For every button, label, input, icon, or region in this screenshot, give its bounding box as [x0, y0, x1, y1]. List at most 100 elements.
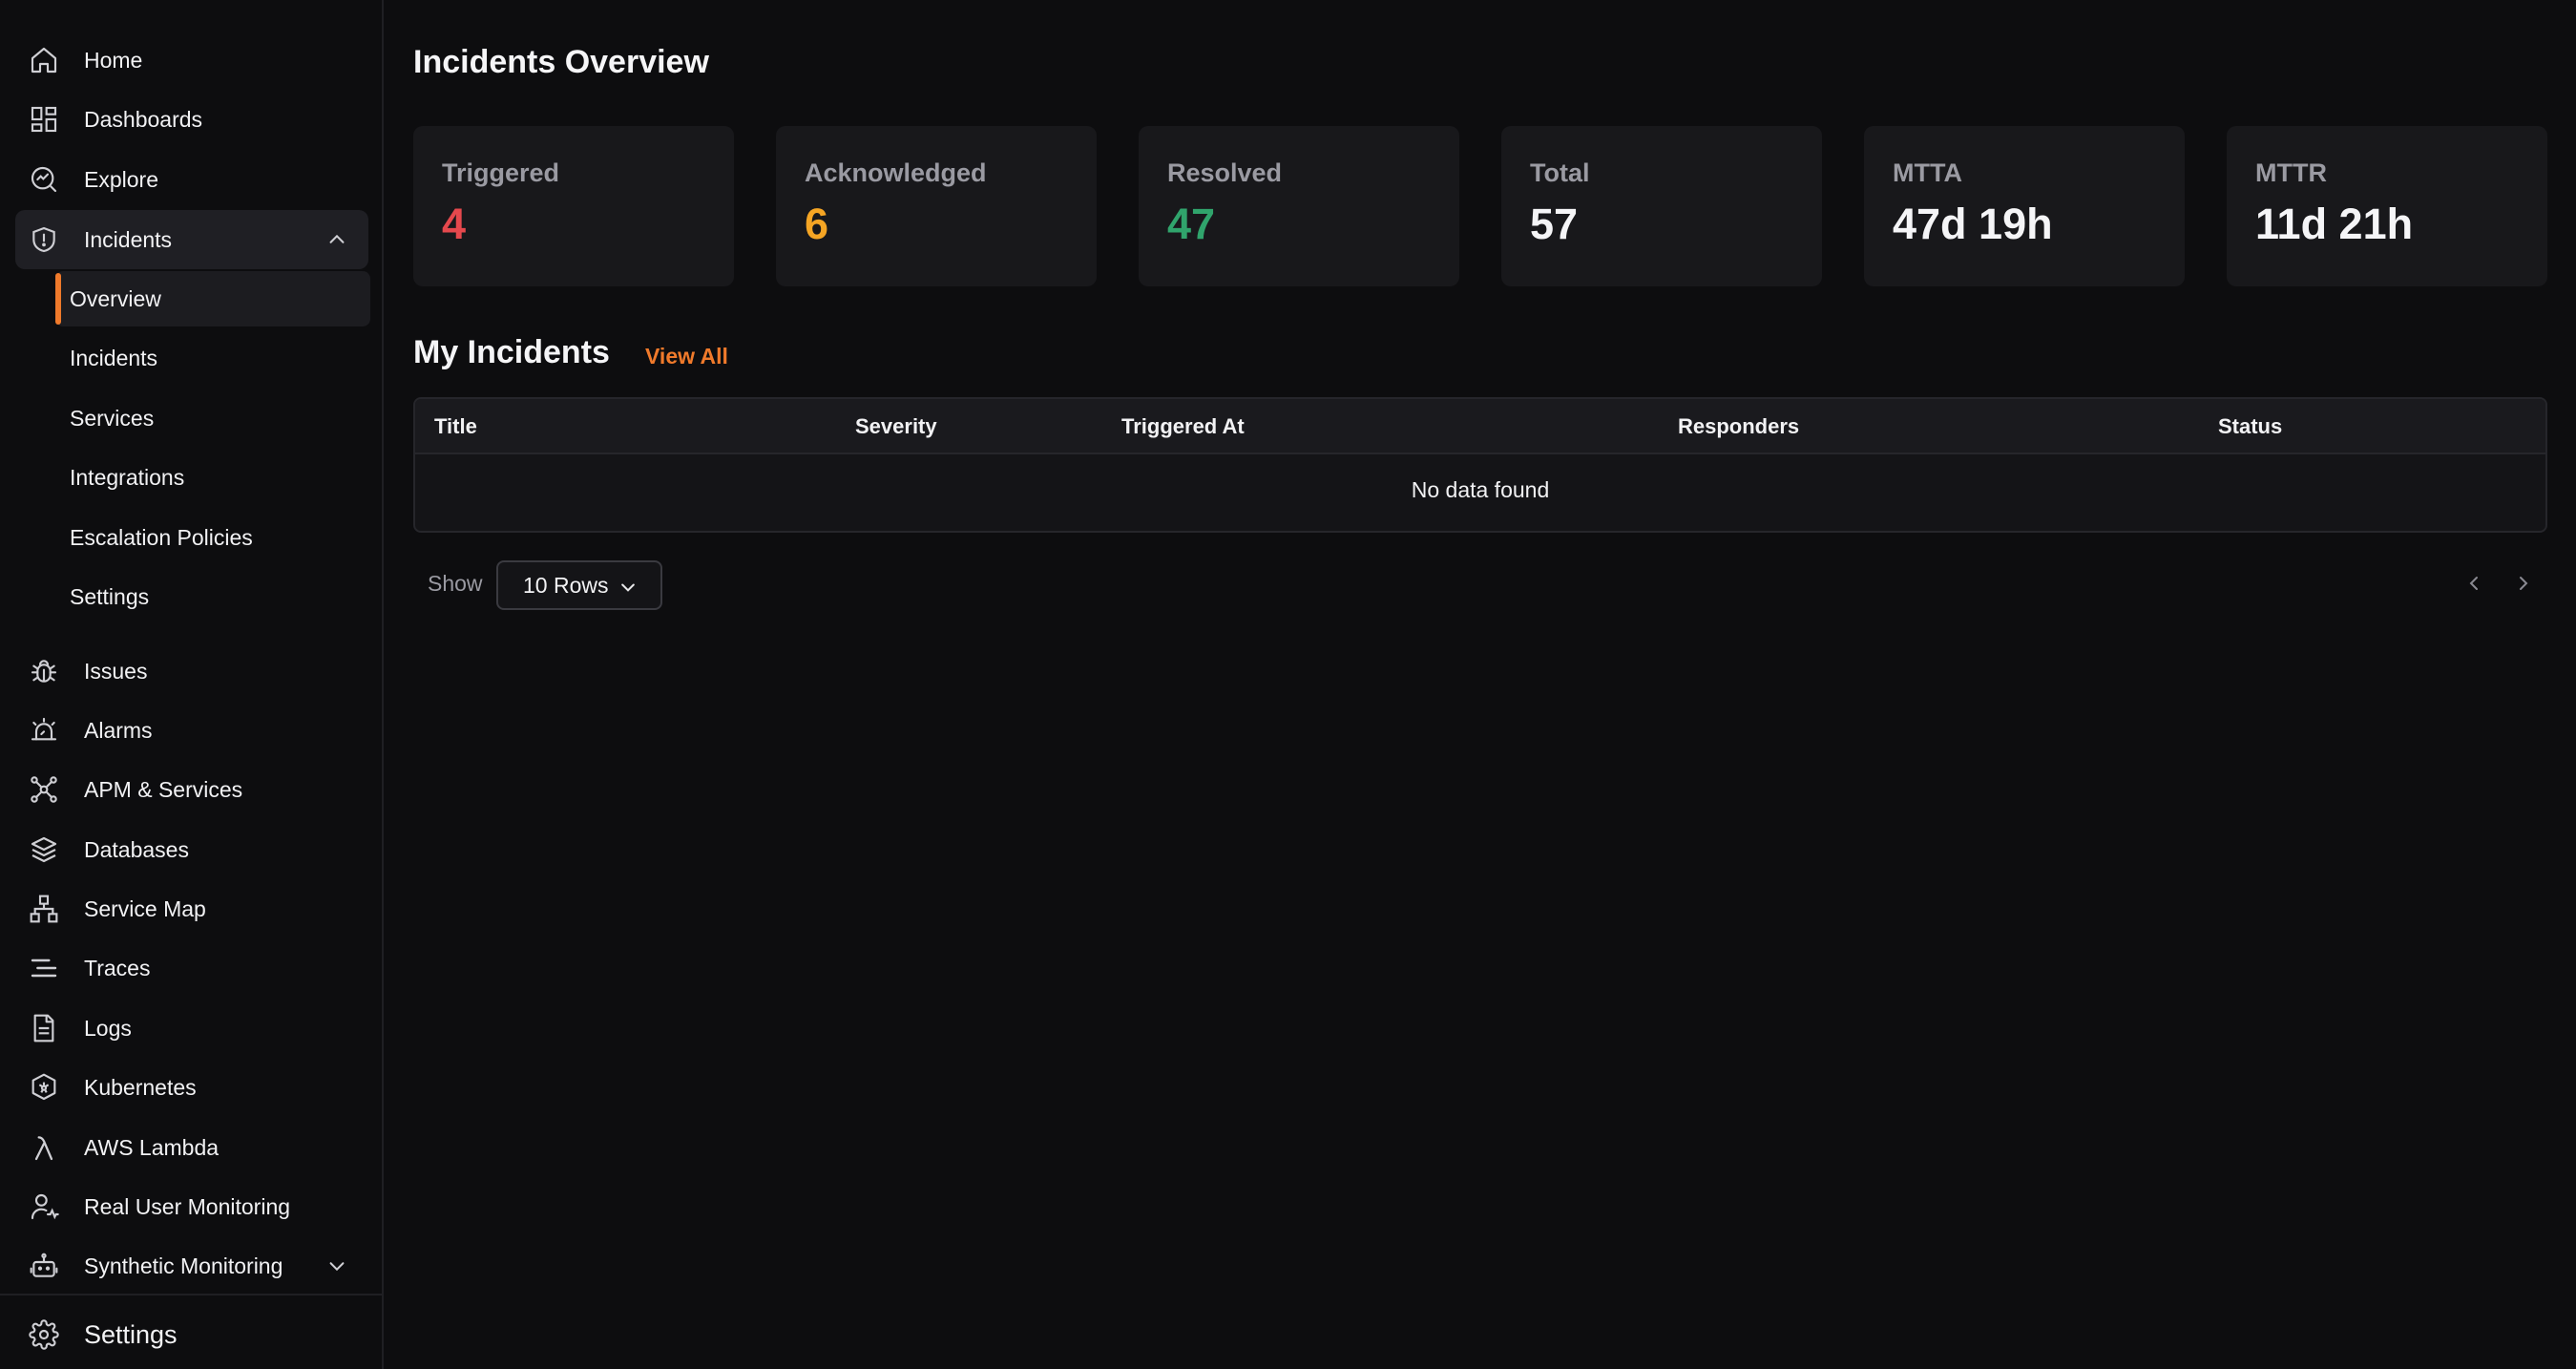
sidebar-item-incidents[interactable]: Incidents [15, 210, 368, 269]
shield-icon [29, 224, 59, 255]
sidebar-item-label: Incidents [84, 226, 173, 252]
sidebar-item-aws-lambda[interactable]: AWS Lambda [15, 1118, 368, 1177]
chevron-down-icon [621, 583, 635, 592]
chevron-right-icon [2520, 577, 2528, 590]
home-icon [29, 45, 59, 75]
sidebar-subitem-services[interactable]: Services [55, 390, 370, 446]
sidebar-subitem-settings[interactable]: Settings [55, 569, 370, 624]
stat-card-total: Total 57 [1501, 126, 1822, 286]
sidebar-item-label: Settings [84, 1319, 178, 1349]
column-header-severity[interactable]: Severity [855, 414, 937, 439]
sidebar-item-kubernetes[interactable]: Kubernetes [15, 1058, 368, 1117]
stat-card-triggered: Triggered 4 [413, 126, 734, 286]
stat-label: Resolved [1167, 158, 1283, 187]
sidebar-item-settings[interactable]: Settings [15, 1305, 368, 1364]
sidebar-item-real-user-monitoring[interactable]: Real User Monitoring [15, 1177, 368, 1236]
sidebar-subitem-label: Overview [70, 285, 161, 311]
sidebar-item-apm-services[interactable]: APM & Services [15, 760, 368, 819]
stat-card-resolved: Resolved 47 [1139, 126, 1459, 286]
database-icon [29, 834, 59, 865]
sidebar-item-label: APM & Services [84, 776, 243, 802]
stat-card-mttr: MTTR 11d 21h [2227, 126, 2547, 286]
stat-label: MTTR [2255, 158, 2327, 187]
sidebar-item-label: Service Map [84, 895, 206, 921]
stat-value: 11d 21h [2255, 200, 2414, 248]
chevron-left-icon [2469, 577, 2478, 590]
active-indicator [55, 273, 61, 325]
column-header-status[interactable]: Status [2218, 414, 2282, 439]
lambda-icon [29, 1132, 59, 1163]
page-title: Incidents Overview [413, 44, 709, 80]
dashboards-icon [29, 104, 59, 135]
sidebar-subitem-label: Integrations [70, 464, 185, 490]
sidebar-subitem-label: Incidents [70, 345, 158, 370]
kubernetes-icon [29, 1072, 59, 1103]
sidebar-item-label: Logs [84, 1015, 132, 1041]
user-monitoring-icon [29, 1191, 59, 1222]
sidebar-item-databases[interactable]: Databases [15, 820, 368, 879]
sidebar-item-synthetic-monitoring[interactable]: Synthetic Monitoring [15, 1236, 368, 1295]
sidebar-item-label: Alarms [84, 717, 153, 743]
sidebar-item-logs[interactable]: Logs [15, 999, 368, 1058]
view-all-link[interactable]: View All [645, 344, 728, 369]
stat-label: Total [1530, 158, 1590, 187]
stat-label: Acknowledged [805, 158, 987, 187]
chevron-up-icon[interactable] [326, 229, 347, 250]
sidebar-item-label: Real User Monitoring [84, 1193, 291, 1219]
sidebar-item-label: Explore [84, 166, 158, 192]
sidebar-item-label: Databases [84, 836, 189, 862]
explore-icon [29, 164, 59, 195]
sidebar-item-label: Traces [84, 955, 151, 980]
sidebar-item-label: AWS Lambda [84, 1134, 220, 1160]
stat-label: MTTA [1893, 158, 1962, 187]
bug-icon [29, 656, 59, 686]
column-header-title[interactable]: Title [434, 414, 477, 439]
stat-card-acknowledged: Acknowledged 6 [776, 126, 1097, 286]
stat-value: 47 [1167, 200, 1216, 248]
stat-value: 6 [805, 200, 829, 248]
section-title-my-incidents: My Incidents [413, 334, 610, 370]
sidebar-subitem-label: Settings [70, 583, 150, 609]
alarm-icon [29, 715, 59, 746]
stat-value: 47d 19h [1893, 200, 2053, 248]
chevron-down-icon[interactable] [326, 1255, 347, 1276]
sidebar-item-label: Issues [84, 658, 148, 684]
sidebar-subitem-overview[interactable]: Overview [55, 271, 370, 326]
column-header-triggered-at[interactable]: Triggered At [1121, 414, 1245, 439]
previous-page-button[interactable] [2462, 571, 2485, 596]
sidebar-item-alarms[interactable]: Alarms [15, 701, 368, 760]
logs-icon [29, 1013, 59, 1043]
column-header-responders[interactable]: Responders [1678, 414, 1799, 439]
stat-value: 57 [1530, 200, 1579, 248]
sidebar: Home Dashboards Explore Incidents Overvi… [0, 0, 384, 1369]
sidebar-item-traces[interactable]: Traces [15, 938, 368, 998]
sidebar-subitem-label: Services [70, 405, 155, 431]
sidebar-item-home[interactable]: Home [15, 31, 368, 90]
incidents-table: Title Severity Triggered At Responders S… [413, 397, 2547, 533]
table-header: Title Severity Triggered At Responders S… [415, 399, 2545, 454]
rows-per-page-select[interactable]: 10 Rows [496, 560, 662, 610]
stat-label: Triggered [442, 158, 560, 187]
apm-icon [29, 774, 59, 805]
sidebar-item-service-map[interactable]: Service Map [15, 879, 368, 938]
sidebar-item-label: Dashboards [84, 106, 203, 132]
sidebar-subitem-escalation-policies[interactable]: Escalation Policies [55, 510, 370, 565]
sidebar-subitem-incidents[interactable]: Incidents [55, 330, 370, 386]
gear-icon [29, 1319, 59, 1350]
service-map-icon [29, 894, 59, 924]
sidebar-item-explore[interactable]: Explore [15, 150, 368, 209]
sidebar-item-label: Kubernetes [84, 1074, 197, 1100]
next-page-button[interactable] [2512, 571, 2535, 596]
show-label: Show [428, 571, 483, 596]
sidebar-item-label: Home [84, 47, 143, 73]
sidebar-subitem-label: Escalation Policies [70, 524, 253, 550]
sidebar-item-issues[interactable]: Issues [15, 642, 368, 701]
empty-state-text: No data found [1411, 477, 1550, 502]
sidebar-subitem-integrations[interactable]: Integrations [55, 450, 370, 505]
sidebar-item-dashboards[interactable]: Dashboards [15, 90, 368, 149]
stat-card-mtta: MTTA 47d 19h [1864, 126, 2185, 286]
traces-icon [29, 953, 59, 983]
rows-per-page-value: 10 Rows [523, 572, 609, 598]
robot-icon [29, 1251, 59, 1281]
sidebar-item-label: Synthetic Monitoring [84, 1253, 283, 1278]
